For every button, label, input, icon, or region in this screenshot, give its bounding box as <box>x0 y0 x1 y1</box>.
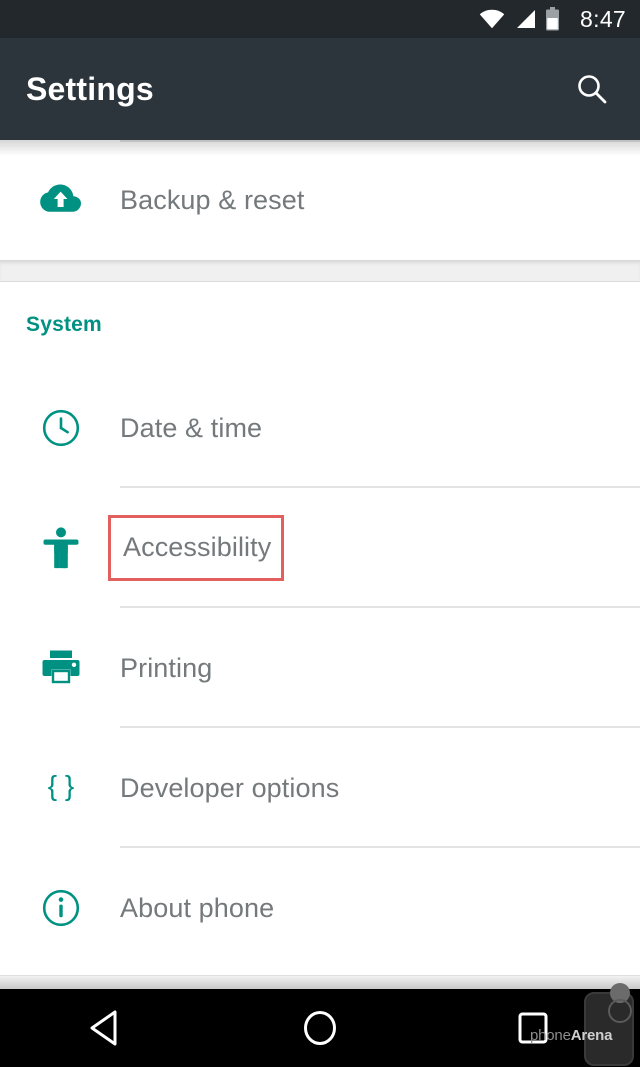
list-item-developer-options[interactable]: { } Developer options <box>0 728 640 848</box>
status-bar: 8:47 <box>0 0 640 38</box>
accessibility-icon <box>43 527 79 569</box>
list-item-printing[interactable]: Printing <box>0 608 640 728</box>
signal-icon <box>517 10 536 28</box>
search-button[interactable] <box>566 63 618 115</box>
wifi-icon <box>479 9 505 29</box>
recents-square-icon <box>518 1012 548 1044</box>
back-triangle-icon <box>90 1010 117 1046</box>
row-divider <box>120 140 640 142</box>
label-wrap: Developer options <box>120 773 339 804</box>
icon-cell <box>0 648 120 688</box>
accessibility-highlight-box: Accessibility <box>108 515 285 581</box>
icon-cell <box>0 888 120 928</box>
icon-cell <box>0 183 120 217</box>
icon-cell <box>0 526 120 570</box>
back-button[interactable] <box>0 989 213 1067</box>
list-item-backup-reset[interactable]: Backup & reset <box>0 140 640 260</box>
section-header-system: System <box>0 282 640 368</box>
list-item-about-phone[interactable]: About phone <box>0 848 640 968</box>
info-circle-icon <box>42 889 80 927</box>
navigation-bar <box>0 989 640 1067</box>
list-item-label: About phone <box>120 892 275 923</box>
home-button[interactable] <box>213 989 426 1067</box>
list-item-label: Printing <box>120 652 213 683</box>
status-time: 8:47 <box>580 5 626 32</box>
clock-icon <box>42 409 80 447</box>
list-item-label: Backup & reset <box>120 184 305 215</box>
phone-screen: 8:47 Settings Backup & reset System Date… <box>0 0 640 1067</box>
search-icon <box>578 75 607 104</box>
braces-icon: { } <box>48 770 74 801</box>
status-icon-group: 8:47 <box>479 7 626 31</box>
label-wrap: About phone <box>120 893 274 924</box>
section-separator <box>0 260 640 282</box>
page-title: Settings <box>26 70 154 107</box>
recents-button[interactable] <box>427 989 640 1067</box>
svg-text:{ }: { } <box>48 770 74 801</box>
battery-icon <box>546 7 560 31</box>
label-wrap: Printing <box>120 653 212 684</box>
icon-cell <box>0 408 120 448</box>
list-item-label: Developer options <box>120 772 340 803</box>
home-circle-icon <box>303 1011 336 1045</box>
printer-icon <box>42 650 80 684</box>
cloud-upload-icon <box>40 184 81 212</box>
list-item-accessibility[interactable]: Accessibility <box>0 488 640 608</box>
section-header-label: System <box>26 313 102 336</box>
list-item-label: Accessibility <box>123 532 272 562</box>
list-item-label: Date & time <box>120 412 263 443</box>
icon-cell: { } <box>0 768 120 808</box>
label-wrap: Backup & reset <box>120 185 305 216</box>
label-wrap: Date & time <box>120 413 262 444</box>
list-bottom-shadow <box>0 975 640 989</box>
app-bar: Settings <box>0 38 640 140</box>
list-item-date-time[interactable]: Date & time <box>0 368 640 488</box>
settings-list[interactable]: Backup & reset System Date & time Access… <box>0 140 640 975</box>
